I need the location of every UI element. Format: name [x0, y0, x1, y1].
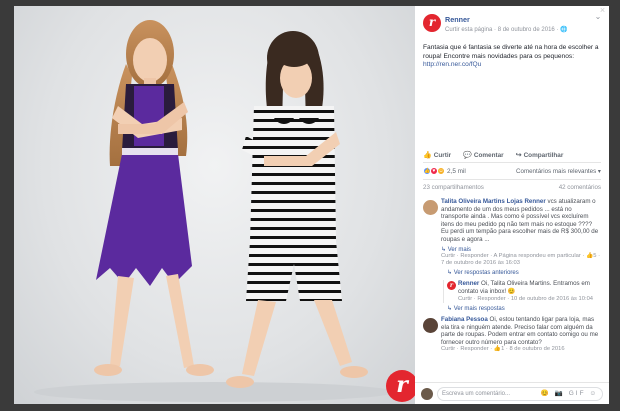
comment-input-placeholder: Escreva um comentário... [442, 390, 511, 397]
composer-tools-icons[interactable]: 😊 📷 GIF ☺ [541, 388, 598, 400]
share-icon: ↪ [515, 152, 522, 159]
reply-body: Renner Oi, Talita Oliveira Martins. Entr… [458, 280, 601, 295]
children-costume-photo [34, 20, 394, 402]
reply: r Renner Oi, Talita Oliveira Martins. En… [443, 280, 601, 303]
share-label: Compartilhar [523, 151, 564, 159]
like-label: Curtir [433, 151, 452, 159]
reaction-count: 2,5 mil [447, 167, 466, 175]
page-name-link[interactable]: Renner [445, 15, 603, 24]
share-button[interactable]: ↪ Compartilhar [515, 151, 564, 160]
comment-reaction-icon: 👍 [493, 346, 502, 353]
options-chevron-icon[interactable]: ⌄ [593, 12, 603, 22]
reply-arrow-icon: ↳ [447, 270, 454, 277]
comment: Fabiana Pessoa Oi, estou tentando ligar … [423, 316, 601, 354]
see-more-link[interactable]: ↳ Ver mais [441, 246, 601, 253]
reply-arrow-icon: ↳ [447, 305, 454, 312]
globe-icon: 🌐 [560, 27, 568, 33]
comment-sort-dropdown[interactable]: Comentários mais relevantes ▾ [516, 168, 601, 175]
comment-composer: Escreva um comentário... 😊 📷 GIF ☺ [415, 382, 609, 404]
more-replies-link[interactable]: ↳ Ver mais respostas [447, 305, 601, 312]
post-body-text: Fantasia que é fantasia se diverte até n… [423, 44, 599, 60]
post-header: r Renner Curtir esta página · 8 de outub… [415, 6, 609, 44]
post-side-panel: × r Renner Curtir esta página · 8 de out… [415, 6, 609, 404]
comment-text: vcs atualizaram o andamento de um dos me… [441, 198, 599, 243]
comment-author[interactable]: Talita Oliveira Martins Lojas Renner [441, 198, 546, 205]
comment-button[interactable]: 💬 Comentar [463, 151, 504, 160]
photo-lightbox: r × r Renner Curtir esta página · 8 de o… [0, 0, 620, 411]
comments-list: Talita Oliveira Martins Lojas Renner vcs… [415, 198, 609, 354]
reply-links[interactable]: Curtir · Responder · 10 de outubro de 20… [458, 296, 601, 303]
previous-replies-link[interactable]: ↳ Ver respostas anteriores [447, 269, 601, 276]
comment-actions[interactable]: Curtir · Responder · A Página respondeu … [441, 253, 586, 259]
comment-label: Comentar [473, 151, 504, 159]
comments-count[interactable]: 42 comentários [559, 184, 601, 191]
comment-body: Talita Oliveira Martins Lojas Renner vcs… [441, 198, 601, 244]
comment-time[interactable]: · 8 de outubro de 2016 [504, 346, 565, 352]
like-button[interactable]: 👍 Curtir [423, 151, 452, 160]
more-replies-label: Ver mais respostas [453, 305, 505, 312]
page-avatar[interactable]: r [423, 14, 441, 32]
thumbs-up-icon: 👍 [423, 152, 432, 159]
reply-author[interactable]: Renner [458, 280, 479, 287]
post-date[interactable]: Curtir esta página · 8 de outubro de 201… [445, 27, 560, 33]
comment-links: Curtir · Responder · 👍1 · 8 de outubro d… [441, 346, 601, 353]
reactions-bar: 👍 ♥ ☺ 2,5 mil Comentários mais relevante… [415, 163, 609, 179]
reply-avatar[interactable]: r [447, 281, 456, 291]
post-photo[interactable]: r [14, 6, 415, 404]
previous-replies-label: Ver respostas anteriores [453, 270, 519, 277]
post-meta: Curtir esta página · 8 de outubro de 201… [445, 26, 603, 33]
comment-input[interactable]: Escreva um comentário... 😊 📷 GIF ☺ [437, 386, 603, 401]
comment-author[interactable]: Fabiana Pessoa [441, 316, 488, 323]
avatar[interactable] [423, 200, 438, 215]
brand-logo: r [386, 370, 415, 402]
shares-count[interactable]: 23 compartilhamentos [423, 184, 484, 191]
avatar[interactable] [423, 317, 438, 333]
comment-icon: 💬 [463, 152, 472, 159]
comment: Talita Oliveira Martins Lojas Renner vcs… [423, 198, 601, 312]
reactions-summary[interactable]: 👍 ♥ ☺ 2,5 mil [423, 167, 466, 175]
post-stats: 23 compartilhamentos 42 comentários [415, 180, 609, 194]
comment-links: Curtir · Responder · A Página respondeu … [441, 253, 601, 268]
avatar [421, 387, 433, 400]
post-text: Fantasia que é fantasia se diverte até n… [415, 44, 609, 88]
haha-reaction-icon: ☺ [437, 167, 445, 175]
post-actions: 👍 Curtir 💬 Comentar ↪ Compartilhar [415, 148, 609, 162]
comment-actions[interactable]: Curtir · Responder · [441, 346, 494, 352]
post-link[interactable]: http://ren.ner.co/fQu [423, 61, 481, 68]
comment-body: Fabiana Pessoa Oi, estou tentando ligar … [441, 316, 601, 346]
